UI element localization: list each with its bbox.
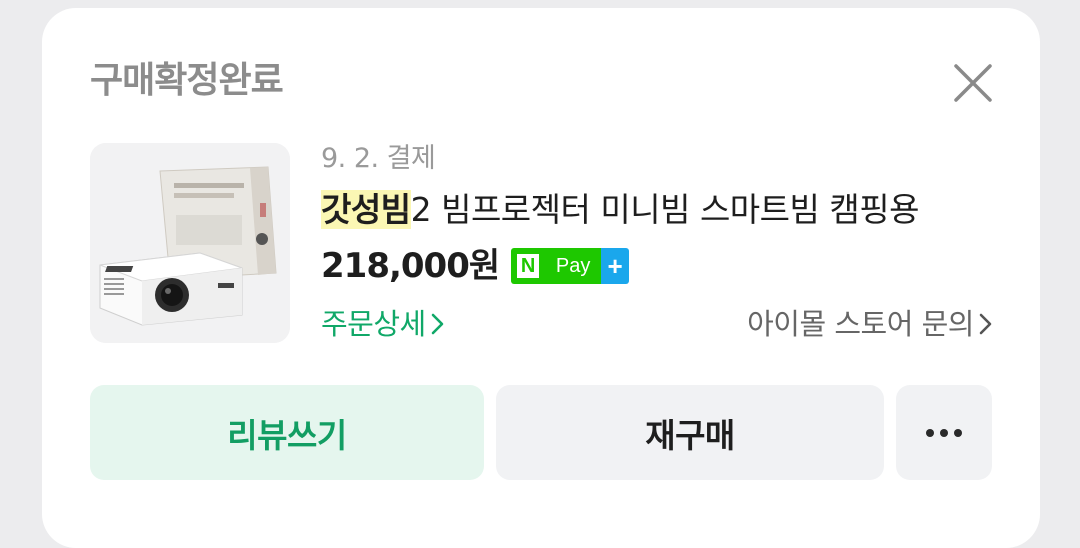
close-button[interactable] bbox=[948, 58, 998, 108]
npay-plus-icon: + bbox=[601, 248, 630, 284]
product-name-highlight: 갓성빔 bbox=[321, 190, 411, 229]
npay-plus-badge: N Pay + bbox=[511, 248, 630, 284]
projector-product-image bbox=[90, 143, 290, 343]
chevron-right-icon bbox=[979, 313, 992, 335]
product-name[interactable]: 갓성빔2 빔프로젝터 미니빔 스마트빔 캠핑용 bbox=[321, 188, 991, 232]
chevron-right-icon bbox=[431, 313, 444, 335]
store-inquiry-label: 아이몰 스토어 문의 bbox=[747, 307, 974, 341]
product-price: 218,000원 bbox=[321, 246, 500, 286]
order-card: 구매확정완료 9. 2. 결제 갓성빔2 빔프로젝터 미니빔 스마트빔 캠핑용 … bbox=[42, 8, 1040, 548]
order-status-title: 구매확정완료 bbox=[90, 60, 284, 101]
order-detail-link[interactable]: 주문상세 bbox=[321, 304, 446, 344]
rebuy-button[interactable]: 재구매 bbox=[496, 385, 884, 480]
price-row: 218,000원 N Pay + bbox=[321, 244, 630, 288]
product-thumbnail[interactable] bbox=[90, 143, 290, 343]
payment-date: 9. 2. 결제 bbox=[321, 143, 436, 174]
product-name-rest: 2 빔프로젝터 미니빔 스마트빔 캠핑용 bbox=[410, 190, 920, 229]
npay-n-logo: N bbox=[511, 248, 546, 284]
npay-pay-label: Pay bbox=[545, 248, 602, 284]
close-icon bbox=[954, 64, 992, 102]
order-detail-label: 주문상세 bbox=[321, 307, 426, 341]
write-review-button[interactable]: 리뷰쓰기 bbox=[90, 385, 484, 480]
more-icon bbox=[926, 428, 962, 437]
more-options-button[interactable] bbox=[896, 385, 992, 480]
store-inquiry-link[interactable]: 아이몰 스토어 문의 bbox=[747, 304, 994, 344]
